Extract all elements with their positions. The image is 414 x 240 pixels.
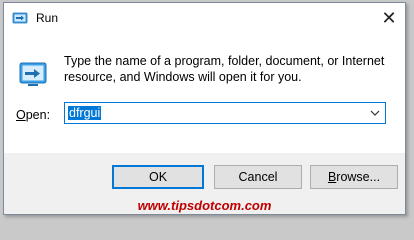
dialog-description: Type the name of a program, folder, docu… <box>64 54 385 84</box>
open-input-value: dfrgui <box>68 106 102 120</box>
browse-label-text: rowse... <box>336 170 381 184</box>
close-button[interactable]: ✕ <box>373 3 405 33</box>
browse-button[interactable]: Browse... <box>310 165 398 189</box>
open-input[interactable]: dfrgui <box>68 106 102 120</box>
open-label: Open: <box>16 108 50 122</box>
close-icon: ✕ <box>381 8 397 28</box>
watermark: www.tipsdotcom.com <box>137 198 272 213</box>
run-icon <box>18 59 48 89</box>
ok-button[interactable]: OK <box>112 165 204 189</box>
window-title: Run <box>36 11 59 25</box>
open-label-text: pen: <box>25 108 51 122</box>
run-dialog: Run ✕ Type the name of a program, folder… <box>3 2 406 215</box>
open-label-mnemonic: O <box>16 108 26 122</box>
browse-button-label: Browse... <box>328 170 380 184</box>
cancel-button-label: Cancel <box>238 170 278 184</box>
title-bar: Run ✕ <box>4 3 405 33</box>
chevron-down-icon[interactable] <box>368 106 382 120</box>
open-combobox[interactable]: dfrgui <box>64 102 386 124</box>
ok-button-label: OK <box>148 170 168 184</box>
cancel-button[interactable]: Cancel <box>214 165 302 189</box>
run-icon <box>12 10 28 26</box>
